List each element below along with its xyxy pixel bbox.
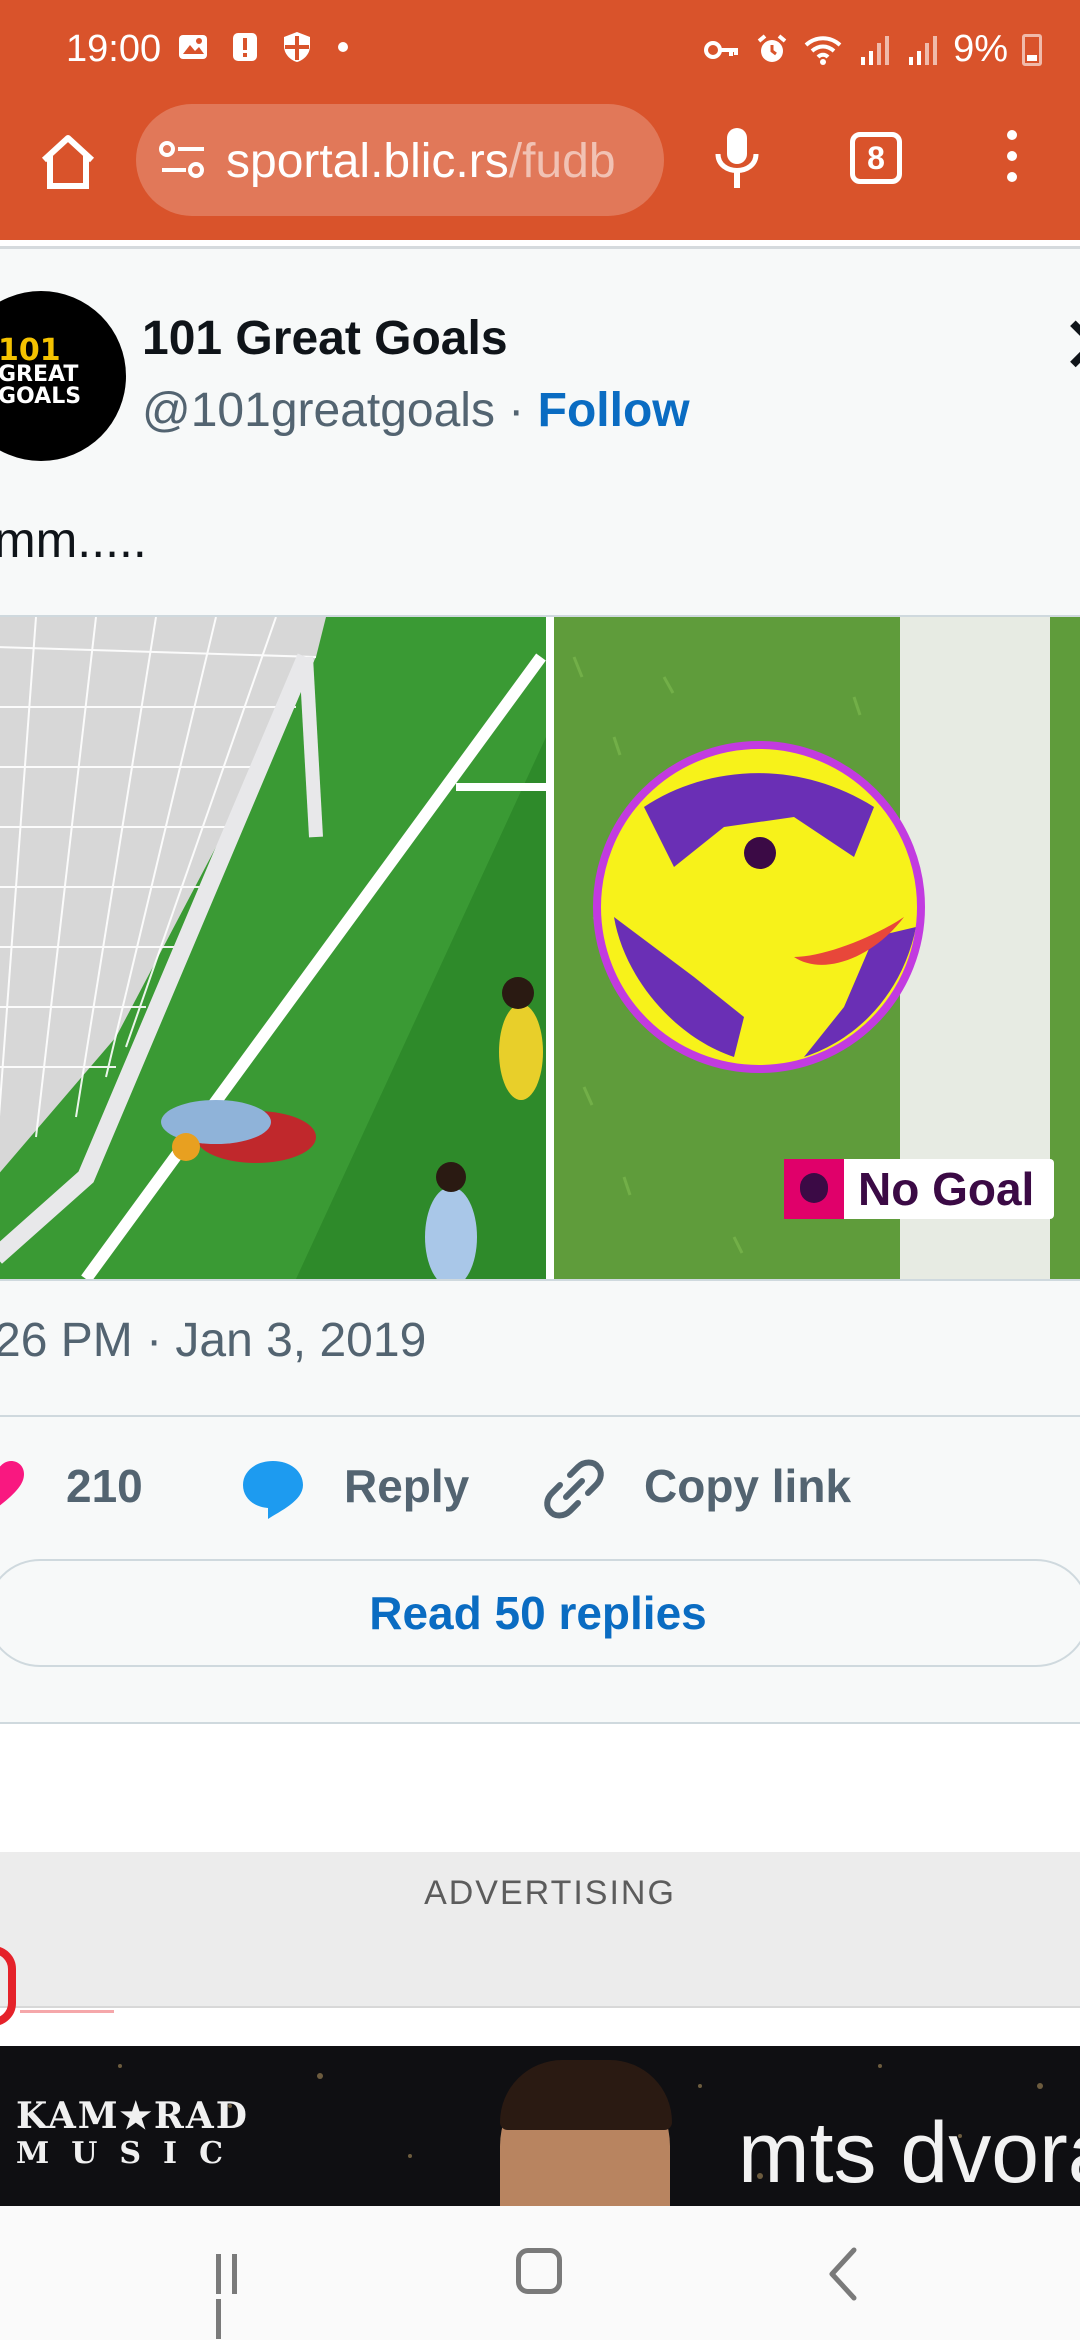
- avatar-logo-word1: GREAT: [0, 362, 79, 387]
- url-text: sportal.blic.rs/fudb: [226, 134, 616, 189]
- tweet-timestamp[interactable]: 26 PM · Jan 3, 2019: [0, 1313, 426, 1368]
- avatar-logo: 101 GREAT GOALS: [0, 336, 82, 409]
- ad-brand-line1: KAM★RAD: [16, 2095, 249, 2137]
- embedded-tweet: 101 GREAT GOALS 101 Great Goals @101grea…: [0, 246, 1080, 1724]
- avatar-logo-word2: GOALS: [0, 384, 82, 409]
- system-navigation-bar: [0, 2206, 1080, 2340]
- alert-icon: [233, 33, 257, 61]
- x-logo-icon[interactable]: ✕: [1060, 299, 1080, 392]
- avatar[interactable]: 101 GREAT GOALS: [0, 291, 126, 461]
- home-nav-icon[interactable]: [516, 2248, 562, 2294]
- url-path: /fudb: [508, 135, 616, 188]
- battery-icon: [1022, 33, 1042, 66]
- wifi-icon: [804, 35, 842, 65]
- no-goal-text: No Goal: [858, 1163, 1035, 1215]
- signal-icon: [909, 35, 938, 65]
- author-handle[interactable]: @101greatgoals: [142, 384, 495, 437]
- media-photo-ball[interactable]: No Goal: [554, 617, 1080, 1279]
- ad-marker-icon: [0, 1946, 16, 2026]
- like-count[interactable]: 210: [66, 1459, 143, 1513]
- media-photo-goal-line[interactable]: [0, 617, 546, 1279]
- tweet-text: mm.....: [0, 512, 147, 568]
- back-icon[interactable]: [820, 2246, 866, 2302]
- status-notification-icons: [176, 30, 348, 64]
- image-icon: [179, 35, 207, 59]
- link-icon[interactable]: [542, 1457, 606, 1521]
- reply-button[interactable]: Reply: [344, 1459, 469, 1513]
- tweet-media[interactable]: No Goal: [0, 615, 1080, 1281]
- copy-link-button[interactable]: Copy link: [644, 1459, 851, 1513]
- author-name[interactable]: 101 Great Goals: [142, 311, 508, 366]
- author-handle-line: @101greatgoals · Follow: [142, 383, 690, 438]
- ad-banner[interactable]: KAM★RADMUSIC mts dvorano: [0, 2046, 1080, 2206]
- more-menu-icon[interactable]: [1000, 130, 1024, 190]
- advertising-label: ADVERTISING: [424, 1874, 676, 1912]
- url-host: sportal.blic.rs: [226, 135, 509, 188]
- shield-icon: [284, 32, 310, 62]
- browser-toolbar: sportal.blic.rs/fudb 8: [0, 100, 1080, 240]
- site-settings-icon[interactable]: [158, 138, 208, 182]
- follow-link[interactable]: Follow: [538, 384, 690, 437]
- address-bar[interactable]: sportal.blic.rs/fudb: [136, 104, 664, 216]
- divider: [0, 1415, 1080, 1417]
- ad-brand-line2: MUSIC: [16, 2136, 245, 2171]
- alarm-icon: [757, 33, 787, 62]
- status-time: 19:00: [66, 28, 162, 70]
- tweet-actions: 210 Reply Copy link: [0, 1445, 1080, 1535]
- battery-percent: 9%: [953, 28, 1008, 70]
- ad-marker-line: [20, 2010, 114, 2013]
- signal-icon: [861, 35, 890, 65]
- recent-apps-icon[interactable]: [216, 2254, 262, 2339]
- handle-separator: ·: [494, 384, 538, 437]
- advertising-section: ADVERTISING: [0, 1852, 1080, 2026]
- no-goal-overlay: No Goal: [784, 1159, 1055, 1219]
- vpn-key-icon: [704, 40, 739, 59]
- dot-icon: [338, 42, 348, 52]
- browser-top-bar: 19:00 9% sportal.blic.rs/fudb 8: [0, 0, 1080, 240]
- heart-icon[interactable]: [0, 1457, 26, 1513]
- ad-title: mts dvorano: [738, 2105, 1080, 2201]
- status-system-icons: 9%: [703, 28, 1042, 71]
- status-bar: 19:00 9%: [0, 0, 1080, 100]
- premier-league-lion-icon: [784, 1159, 844, 1219]
- goal-photo-illustration: [0, 617, 546, 1279]
- reply-bubble-icon[interactable]: [240, 1457, 306, 1521]
- ad-brand-logo: KAM★RAD MUSIC: [16, 2098, 249, 2172]
- home-icon[interactable]: [36, 130, 100, 194]
- tab-switcher-button[interactable]: 8: [850, 132, 902, 184]
- read-replies-button[interactable]: Read 50 replies: [0, 1559, 1080, 1667]
- mic-icon[interactable]: [712, 126, 762, 192]
